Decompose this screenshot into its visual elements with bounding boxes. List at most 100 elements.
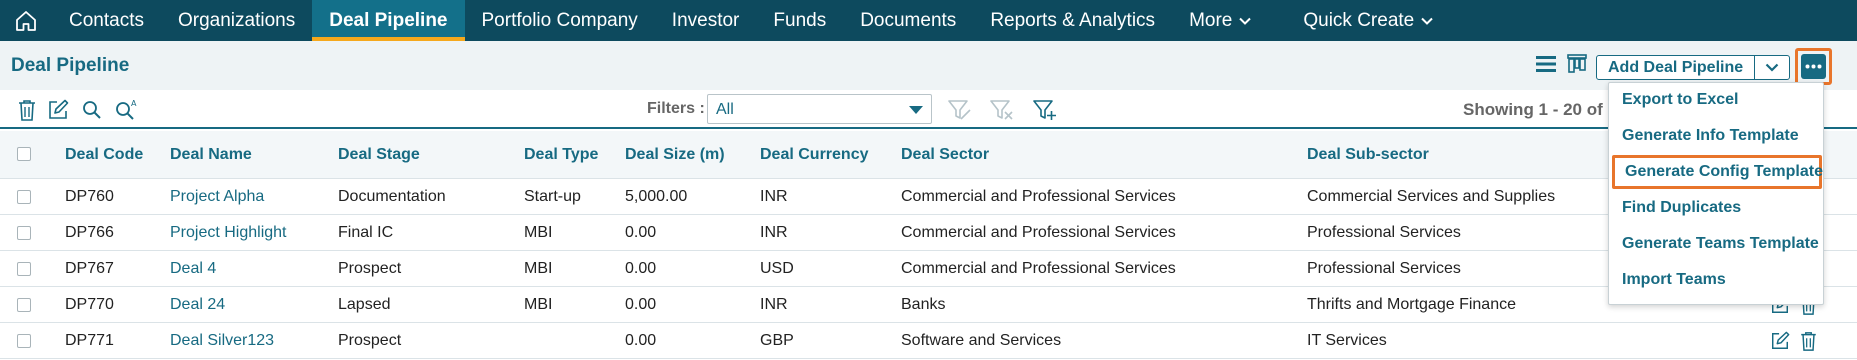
- deal-stage: Final IC: [338, 224, 394, 241]
- select-all-checkbox[interactable]: [17, 147, 31, 161]
- kanban-view-button[interactable]: [1564, 51, 1590, 77]
- menu-item-generate-info-template[interactable]: Generate Info Template: [1609, 119, 1823, 153]
- deal-currency: USD: [760, 260, 794, 277]
- column-header[interactable]: Deal Sub-sector: [1307, 146, 1429, 164]
- menu-item-generate-config-template[interactable]: Generate Config Template: [1612, 155, 1823, 189]
- nav-organizations[interactable]: Organizations: [161, 0, 312, 41]
- deal-stage: Prospect: [338, 332, 402, 349]
- filter-add-icon: [1033, 100, 1056, 120]
- deal-sector: Commercial and Professional Services: [901, 260, 1176, 277]
- filter-clear-button[interactable]: [948, 98, 972, 122]
- more-options-icon: [1805, 64, 1822, 69]
- nav-documents[interactable]: Documents: [843, 0, 973, 41]
- deal-sub-sector: Professional Services: [1307, 260, 1461, 277]
- menu-item-find-duplicates[interactable]: Find Duplicates: [1609, 191, 1823, 225]
- add-deal-pipeline-group: Add Deal Pipeline: [1596, 55, 1791, 80]
- deal-currency: INR: [760, 224, 788, 241]
- table-row[interactable]: DP767 Deal 4 Prospect MBI 0.00 USD Comme…: [0, 251, 1857, 287]
- advanced-search-button[interactable]: A: [115, 98, 139, 122]
- row-checkbox[interactable]: [17, 262, 31, 276]
- chevron-down-icon: [1421, 17, 1433, 25]
- deal-code: DP770: [65, 296, 114, 313]
- deal-sub-sector: Thrifts and Mortgage Finance: [1307, 296, 1516, 313]
- menu-item-import-teams[interactable]: Import Teams: [1609, 263, 1823, 297]
- deal-name-link[interactable]: Deal 4: [170, 260, 216, 278]
- list-view-icon: [1536, 56, 1556, 72]
- search-icon: [83, 101, 101, 119]
- nav-quick-create[interactable]: Quick Create: [1286, 0, 1450, 41]
- trash-icon: [1801, 332, 1816, 351]
- column-header[interactable]: Deal Size (m): [625, 146, 725, 164]
- edit-button[interactable]: [46, 98, 70, 122]
- filter-selected-value: All: [716, 101, 734, 118]
- advanced-search-icon: A: [116, 99, 137, 120]
- nav-more-label: More: [1189, 9, 1233, 31]
- deal-sector: Commercial and Professional Services: [901, 224, 1176, 241]
- column-header[interactable]: Deal Currency: [760, 146, 869, 164]
- filter-clear-icon: [948, 100, 971, 120]
- edit-icon: [49, 99, 69, 119]
- deal-size: 0.00: [625, 296, 657, 313]
- deal-type: MBI: [524, 224, 553, 241]
- filter-add-button[interactable]: [1033, 98, 1057, 122]
- column-header[interactable]: Deal Type: [524, 146, 598, 164]
- filter-remove-icon: [990, 100, 1013, 120]
- top-nav-bar: Contacts Organizations Deal Pipeline Por…: [0, 0, 1857, 41]
- list-view-button[interactable]: [1533, 51, 1559, 77]
- table-row[interactable]: DP766 Project Highlight Final IC MBI 0.0…: [0, 215, 1857, 251]
- home-button[interactable]: [0, 0, 52, 41]
- chevron-down-icon: [1239, 17, 1252, 25]
- more-options-button[interactable]: [1801, 54, 1826, 79]
- deal-size: 0.00: [625, 260, 657, 277]
- row-checkbox[interactable]: [17, 190, 31, 204]
- filter-remove-button[interactable]: [990, 98, 1014, 122]
- deal-sub-sector: Commercial Services and Supplies: [1307, 188, 1556, 205]
- deal-size: 5,000.00: [625, 188, 688, 205]
- row-checkbox[interactable]: [17, 298, 31, 312]
- nav-more[interactable]: More: [1172, 0, 1268, 41]
- deal-name-link[interactable]: Deal 24: [170, 296, 225, 314]
- kanban-view-icon: [1567, 54, 1587, 73]
- menu-item-generate-teams-template[interactable]: Generate Teams Template: [1609, 227, 1823, 261]
- list-toolbar: A Filters : All Showing 1 - 20 of 6: [0, 90, 1857, 129]
- nav-deal-pipeline[interactable]: Deal Pipeline: [312, 0, 465, 41]
- table-row[interactable]: DP760 Project Alpha Documentation Start-…: [0, 179, 1857, 215]
- deal-type: MBI: [524, 260, 553, 277]
- delete-button[interactable]: [15, 98, 39, 122]
- deal-code: DP766: [65, 224, 114, 241]
- row-checkbox[interactable]: [17, 226, 31, 240]
- row-delete-button[interactable]: [1800, 331, 1817, 356]
- deal-sub-sector: IT Services: [1307, 332, 1387, 349]
- column-header[interactable]: Deal Sector: [901, 146, 989, 164]
- nav-portfolio-company[interactable]: Portfolio Company: [465, 0, 655, 41]
- nav-reports-analytics[interactable]: Reports & Analytics: [973, 0, 1172, 41]
- add-deal-pipeline-dropdown[interactable]: [1755, 56, 1789, 79]
- row-checkbox[interactable]: [17, 334, 31, 348]
- deal-size: 0.00: [625, 332, 657, 349]
- row-actions: [1770, 331, 1817, 356]
- home-icon: [16, 10, 36, 31]
- deal-stage: Documentation: [338, 188, 446, 205]
- trash-icon: [19, 100, 35, 121]
- nav-investor[interactable]: Investor: [655, 0, 757, 41]
- page-header: Deal Pipeline Add Deal Pipeline: [0, 41, 1857, 90]
- nav-funds[interactable]: Funds: [756, 0, 843, 41]
- column-header[interactable]: Deal Name: [170, 146, 252, 164]
- table-row[interactable]: DP771 Deal Silver123 Prospect 0.00 GBP S…: [0, 323, 1857, 359]
- deal-sector: Software and Services: [901, 332, 1062, 349]
- search-button[interactable]: [80, 98, 104, 122]
- nav-contacts[interactable]: Contacts: [52, 0, 161, 41]
- deal-name-link[interactable]: Project Alpha: [170, 188, 264, 206]
- column-header[interactable]: Deal Code: [65, 146, 143, 164]
- row-edit-button[interactable]: [1770, 331, 1790, 356]
- column-header[interactable]: Deal Stage: [338, 146, 420, 164]
- page-title: Deal Pipeline: [11, 55, 130, 76]
- table-header: Deal Code Deal Name Deal Stage Deal Type…: [0, 131, 1857, 179]
- nav-quick-create-label: Quick Create: [1303, 9, 1415, 31]
- table-row[interactable]: DP770 Deal 24 Lapsed MBI 0.00 INR Banks …: [0, 287, 1857, 323]
- add-deal-pipeline-button[interactable]: Add Deal Pipeline: [1597, 56, 1756, 79]
- deal-name-link[interactable]: Deal Silver123: [170, 332, 274, 350]
- filter-select[interactable]: All: [707, 94, 932, 124]
- menu-item-export-to-excel[interactable]: Export to Excel: [1609, 83, 1823, 117]
- deal-name-link[interactable]: Project Highlight: [170, 224, 287, 242]
